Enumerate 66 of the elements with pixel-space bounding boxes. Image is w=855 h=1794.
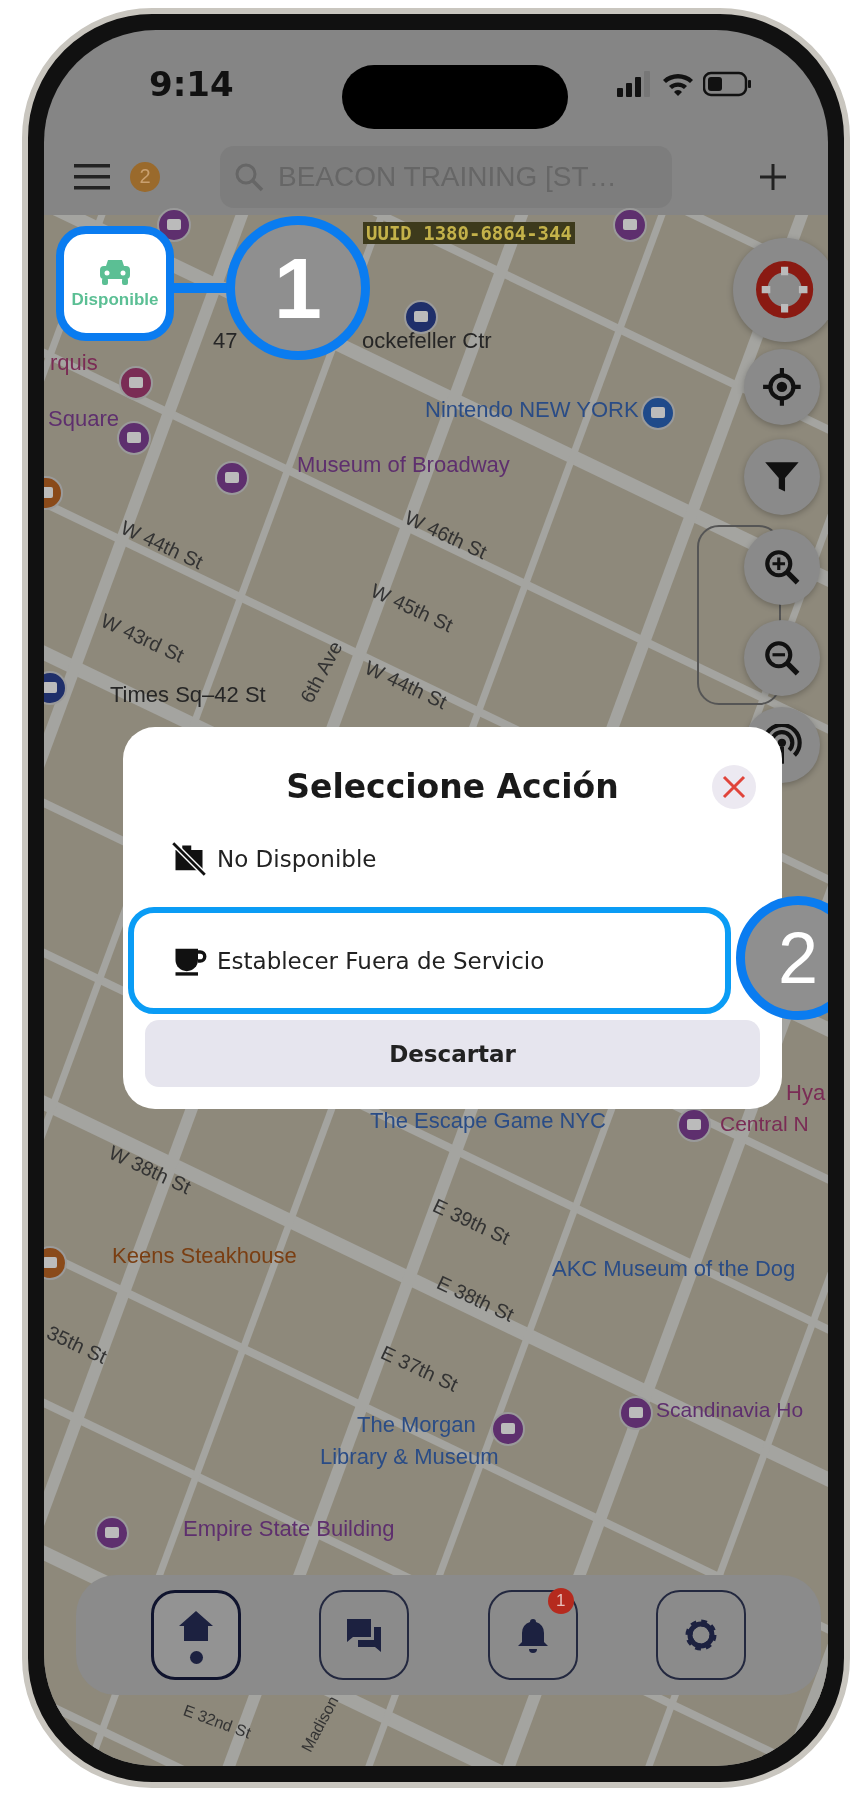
zoom-out-button[interactable] [744,620,820,696]
wifi-icon [661,71,695,97]
place-label: 47 [213,328,238,354]
notification-badge: 1 [547,1588,574,1614]
street-label: W 45th St [367,579,457,638]
map-pin-icon [640,395,676,431]
zoom-in-button[interactable] [744,529,820,605]
map-pin-icon [612,207,648,243]
place-label: Museum of Broadway [297,452,510,478]
place-label: Library & Museum [320,1444,499,1470]
nav-tab[interactable] [151,1590,241,1680]
locate-icon [761,366,803,408]
map-pin-icon [116,420,152,456]
signal-icon [617,71,653,97]
lifebuoy-icon [756,261,814,319]
lifebuoy-button[interactable] [733,238,828,342]
street-label: 6th Ave [295,637,348,707]
map-pin-icon [94,1515,130,1551]
active-indicator [189,1650,203,1664]
plus-icon[interactable] [758,161,788,192]
place-label: ockefeller Ctr [362,328,492,354]
briefcase-off-icon [169,841,209,877]
battery-icon [703,71,753,97]
place-label: Square [48,406,119,432]
map-pin-icon [118,365,154,401]
street-label: W 46th St [401,506,491,565]
place-label: The Escape Game NYC [370,1108,606,1134]
street-label: W 44th St [361,656,451,715]
menu-icon[interactable] [74,162,110,191]
nav-tab[interactable] [319,1590,410,1680]
filter-button[interactable] [744,439,820,515]
street-label: E 39th St [429,1194,514,1250]
uuid-label: UUID 1380-6864-344 [363,222,575,244]
status-time: 9:14 [149,64,234,104]
place-label: Scandinavia Ho [656,1398,804,1422]
place-label: Central N [720,1112,809,1136]
dismiss-button[interactable]: Descartar [145,1020,760,1087]
notification-count: 2 [130,161,160,192]
map-pin-icon [214,460,250,496]
place-label: Keens Steakhouse [112,1243,297,1269]
nav-tab[interactable] [656,1590,746,1680]
close-icon [721,774,747,800]
map-pin-icon [676,1107,712,1143]
place-label: rquis [50,350,98,376]
street-label: W 38th St [105,1141,195,1200]
street-label: W 43rd St [97,609,188,668]
dialog-option[interactable]: Establecer Fuera de Servicio [128,907,731,1014]
street-label: W 44th St [117,516,207,575]
locate-button[interactable] [744,349,820,425]
street-label: E 38th St [433,1271,518,1327]
street-label: E 37th St [377,1341,462,1397]
place-label: Nintendo NEW YORK [425,397,639,423]
place-label: Hya [786,1080,826,1106]
nav-tab[interactable]: 1 [487,1590,578,1680]
street-label: E 32nd St [180,1701,254,1743]
place-label: Times Sq–42 St [110,682,266,708]
street-label: 35th St [44,1321,111,1369]
place-label: AKC Museum of the Dog [552,1256,796,1282]
place-label: Empire State Building [183,1516,395,1542]
map-pin-icon [618,1395,654,1431]
close-button[interactable] [712,765,756,809]
dialog-title: Seleccione Acción [285,766,620,808]
map-pin-icon [490,1411,526,1447]
place-label: The Morgan [357,1412,476,1438]
taxi-icon [97,257,133,286]
status-button[interactable]: Disponible [56,226,174,341]
